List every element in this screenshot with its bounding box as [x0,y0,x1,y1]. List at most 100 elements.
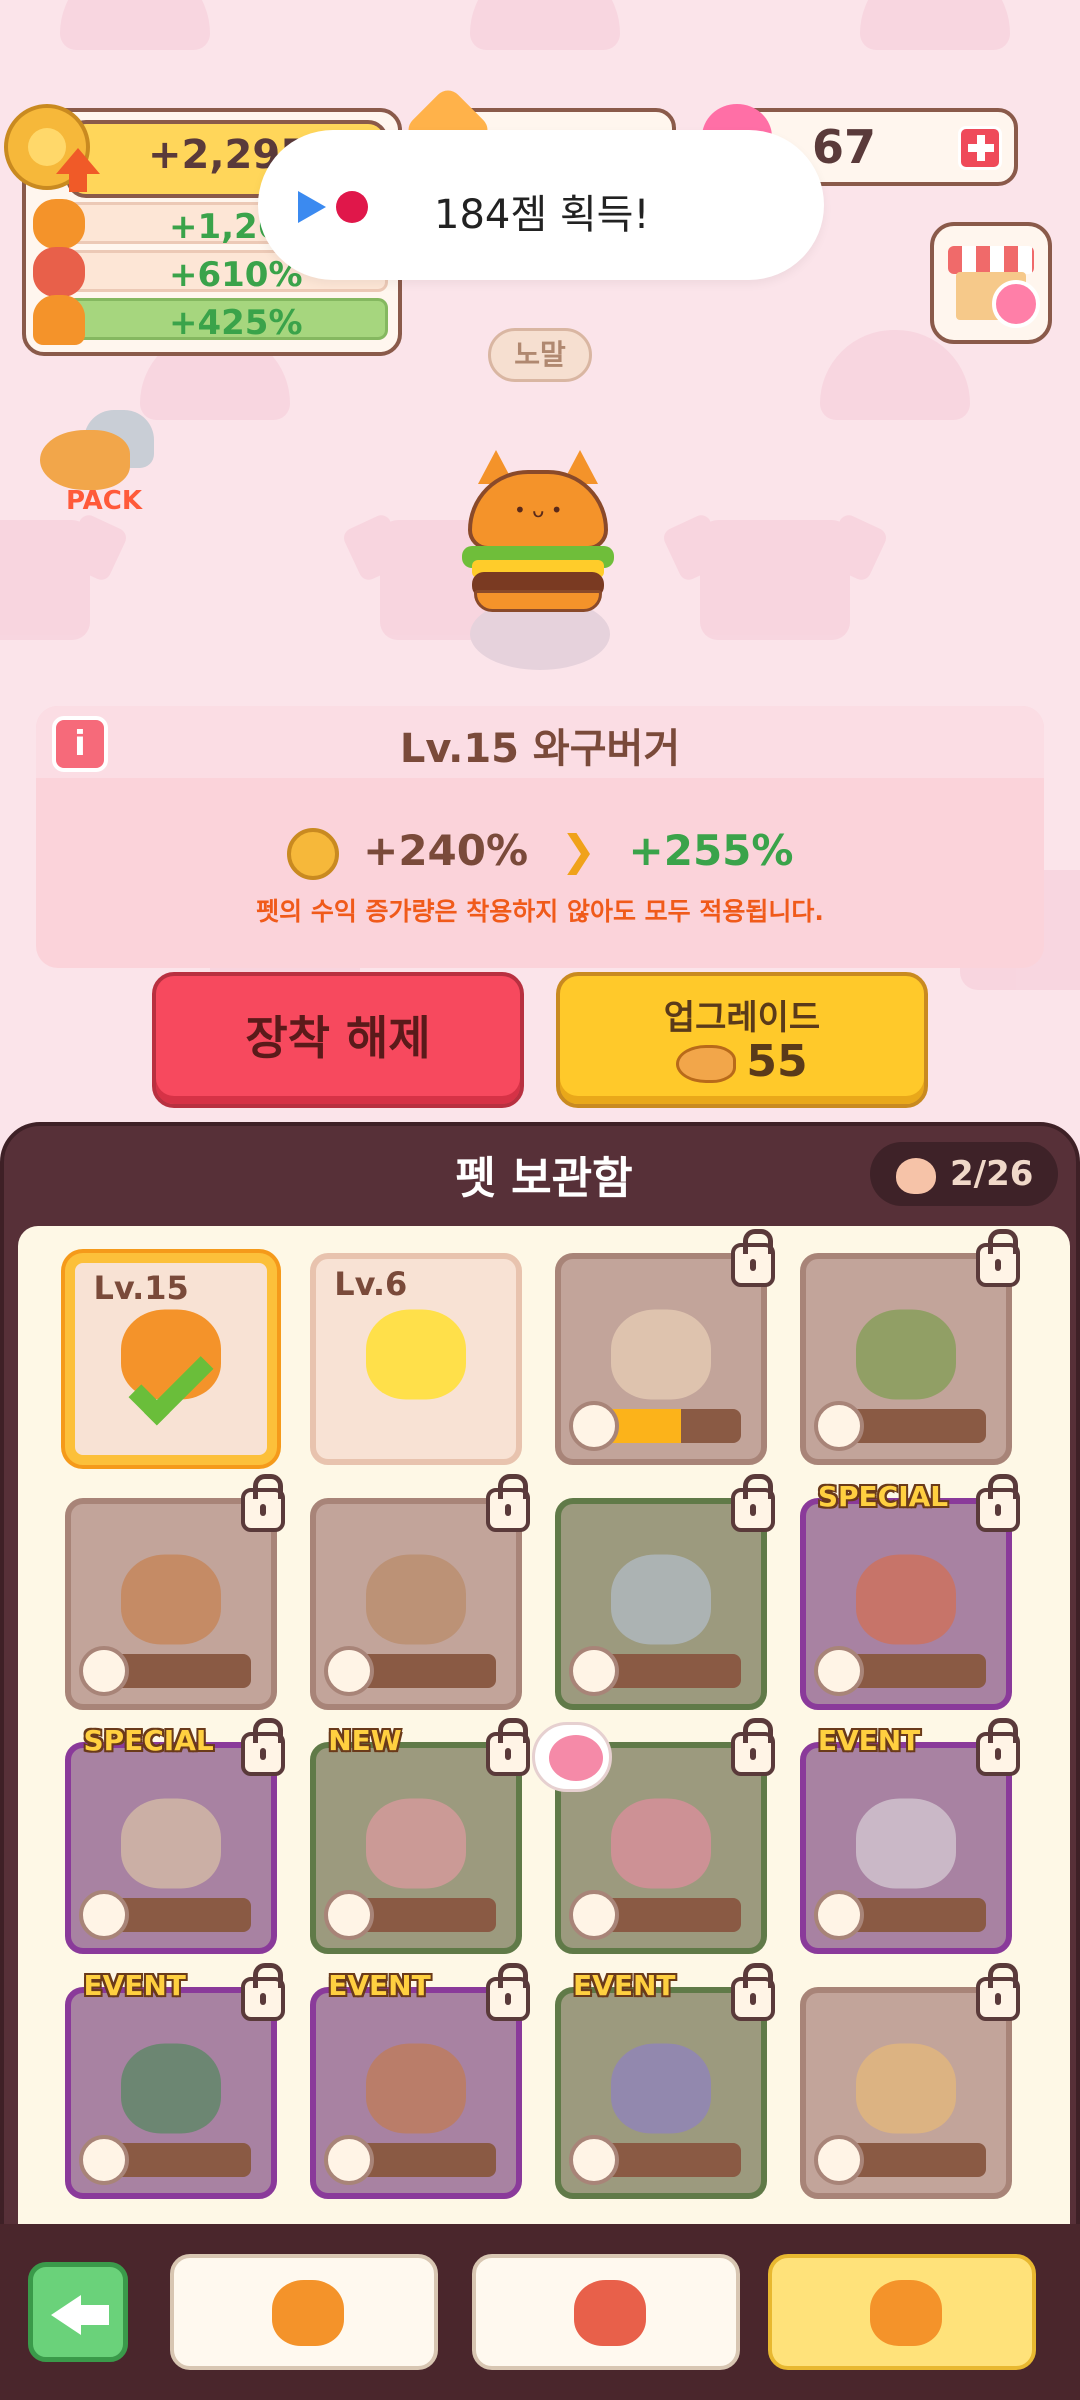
octopus-icon [855,1554,956,1645]
pet-card-snail-roll[interactable]: NEW [310,1718,531,1955]
card-badge: SPECIAL [817,1479,949,1513]
mini-pet-icon [324,1645,375,1696]
mini-pet-icon [324,2135,375,2186]
fish-icon [40,430,130,490]
lock-icon [241,1718,286,1777]
unequip-button[interactable]: 장착 해제 [152,972,524,1108]
toast-text: 184젬 획득! [434,192,650,238]
pet-card-christmas-tree[interactable]: EVENT [65,1963,286,2200]
lock-icon [731,1228,776,1287]
add-hearts-button[interactable] [958,126,1002,170]
upgrade-cost: 55 [560,1036,924,1087]
snail-roll-icon [366,1798,467,1889]
upgrade-button[interactable]: 업그레이드 55 [556,972,928,1108]
pet-card-toast-bread[interactable] [555,1228,776,1465]
pet-card-lemon[interactable]: Lv.6 [310,1252,523,1465]
pet-card-octopus[interactable]: SPECIAL [799,1473,1020,1710]
lock-icon [975,1963,1020,2022]
lock-icon [975,1228,1020,1287]
mini-pet-icon [79,1890,130,1941]
grade-badge: 노말 [488,328,592,382]
stat-note: 펫의 수익 증가량은 착용하지 않아도 모두 적용됩니다. [256,897,824,926]
tab-cat-scarf[interactable] [170,2254,438,2370]
pet-card-sandwich[interactable]: SPECIAL [65,1718,286,1955]
tab-burger[interactable] [768,2254,1036,2370]
lock-icon [975,1718,1020,1777]
mini-pet-icon [569,1400,620,1451]
chevron-right-icon: ❯ [560,826,596,875]
pet-card-pizza[interactable] [799,1963,1020,2200]
mini-pet-icon [569,1645,620,1696]
burger-icon [870,2280,942,2346]
pet-grid: Lv.15 Lv.6 SPECIAL SPECIAL NEW EVENT EVENT EVEN… [18,1226,1070,2226]
pet-card-popsicle[interactable] [555,1473,776,1710]
pig-emote-icon [532,1722,612,1792]
pet-card-leaf[interactable] [799,1228,1020,1465]
info-button[interactable]: i [52,716,108,772]
heart-value: 67 [812,120,877,174]
shop-awning-icon [948,246,1034,274]
cat-red-hat-icon [33,247,85,297]
pack-button[interactable]: PACK [40,410,170,520]
card-badge: SPECIAL [83,1724,214,1758]
reward-toast: 184젬 획득! [258,130,824,280]
cat-scarf-icon [272,2280,344,2346]
purple-cloud-icon [611,2043,712,2134]
pet-card-purple-cloud[interactable]: EVENT [555,1963,776,2200]
toast-bread-icon [611,1309,712,1400]
tab-cat-hat[interactable] [472,2254,740,2370]
card-badge: EVENT [573,1969,676,2003]
mini-pet-icon [324,1890,375,1941]
paw-icon [896,1157,936,1194]
lock-icon [731,1718,776,1777]
mini-pet-icon [813,1890,864,1941]
lock-icon [241,1963,286,2022]
pet-card-fried-cat[interactable] [65,1473,286,1710]
mini-pet-icon [813,1400,864,1451]
record-dot-icon [336,191,368,223]
cat-hat-icon [574,2280,646,2346]
pet-card-wagyu-burger[interactable]: Lv.15 [65,1252,278,1465]
pet-count-badge: 2/26 [870,1142,1058,1206]
lemon-icon [366,1309,467,1400]
coin-up-icon [286,827,339,880]
pet-card-coin-cookie[interactable]: EVENT [310,1963,531,2200]
next-bonus: +255% [628,826,794,875]
lock-icon [241,1473,286,1532]
pet-count: 2/26 [950,1154,1034,1194]
shop-button[interactable] [930,222,1052,344]
pizza-icon [855,2043,956,2134]
main-pet-burger[interactable]: • ᴗ • [462,450,614,612]
pet-card-ghost-cat[interactable]: EVENT [799,1718,1020,1955]
pet-level: Lv.6 [334,1264,408,1303]
bottom-bar [0,2224,1080,2400]
back-button[interactable] [28,2262,128,2362]
popsicle-icon [611,1554,712,1645]
upgrade-label: 업그레이드 [663,998,821,1038]
burger-icon [33,295,85,345]
card-badge: EVENT [83,1969,186,2003]
bonus-value: +425% [169,303,303,343]
fish-icon [676,1045,737,1083]
lock-icon [486,1963,531,2022]
mini-pet-icon [569,1890,620,1941]
pet-level: Lv.15 [93,1268,189,1307]
leaf-icon [855,1309,956,1400]
peach-icon [611,1798,712,1889]
paw-icon [992,280,1040,328]
cat-green-scarf-icon [33,199,85,249]
card-badge: EVENT [817,1724,921,1758]
mini-pet-icon [569,2135,620,2186]
mini-pet-icon [79,2135,130,2186]
lock-icon [731,1963,776,2022]
pet-card-mushroom[interactable] [310,1473,531,1710]
lock-icon [486,1718,531,1777]
upgrade-cost-value: 55 [746,1036,808,1087]
bonus-row: +425% [33,295,388,345]
lock-icon [731,1473,776,1532]
christmas-tree-icon [121,2043,222,2134]
card-badge: NEW [328,1724,402,1758]
pet-info-header: Lv.15 와구버거 i [36,706,1044,778]
mushroom-icon [366,1554,467,1645]
mini-pet-icon [813,1645,864,1696]
